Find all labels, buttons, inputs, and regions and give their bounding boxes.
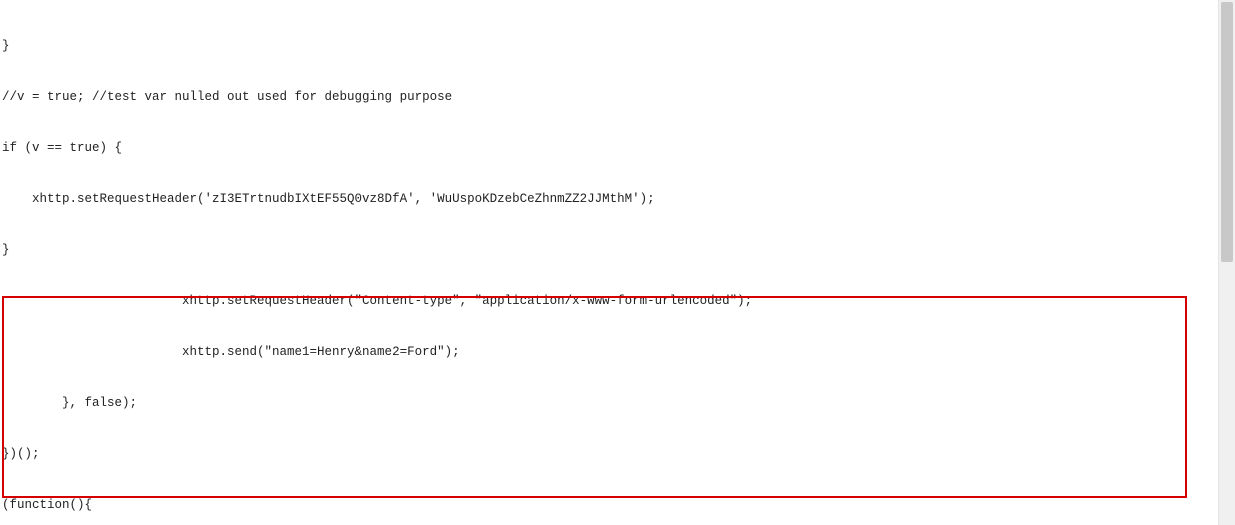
code-line: })(); [2, 446, 1235, 463]
code-line: xhttp.setRequestHeader('zI3ETrtnudbIXtEF… [2, 191, 1235, 208]
code-viewport: } //v = true; //test var nulled out used… [0, 0, 1235, 525]
code-line: } [2, 38, 1235, 55]
code-line: xhttp.send("name1=Henry&name2=Ford"); [2, 344, 1235, 361]
code-line: } [2, 242, 1235, 259]
vertical-scrollbar-track[interactable] [1218, 0, 1235, 525]
vertical-scrollbar-thumb[interactable] [1221, 2, 1233, 262]
code-line: xhttp.setRequestHeader("Content-type", "… [2, 293, 1235, 310]
code-line: }, false); [2, 395, 1235, 412]
code-line: //v = true; //test var nulled out used f… [2, 89, 1235, 106]
code-line: (function(){ [2, 497, 1235, 514]
code-line: if (v == true) { [2, 140, 1235, 157]
